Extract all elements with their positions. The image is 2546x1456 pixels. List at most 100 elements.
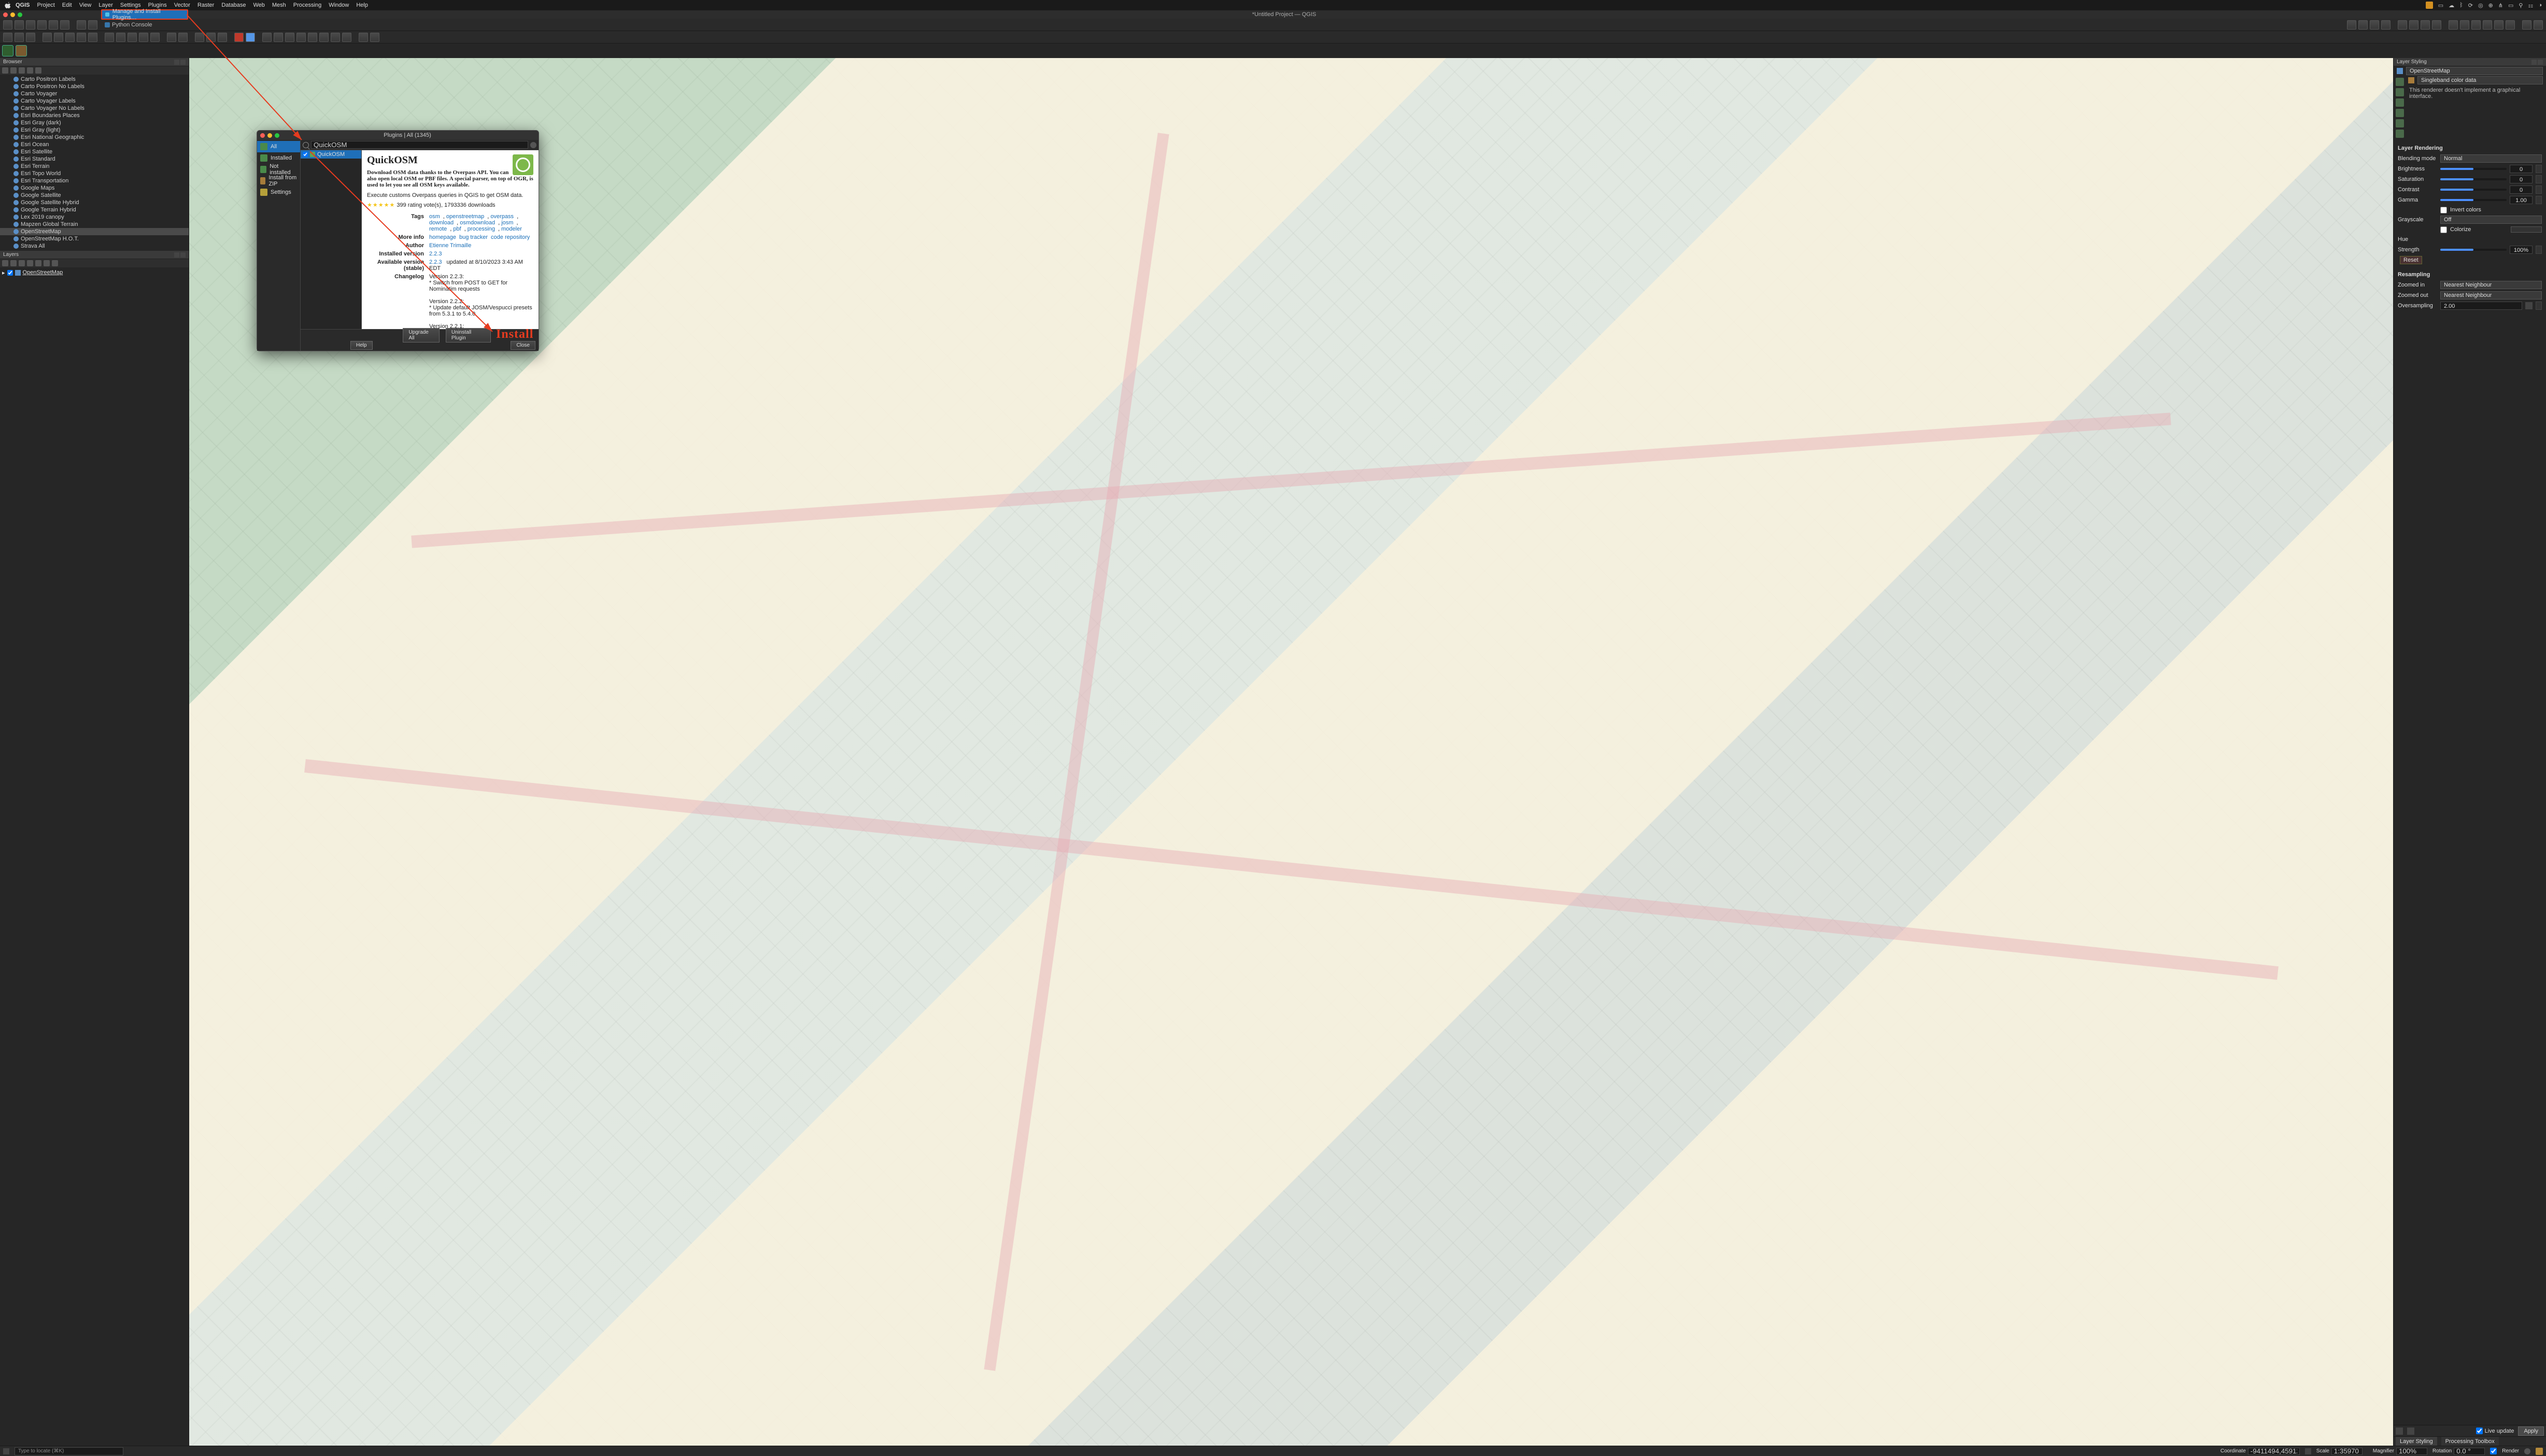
plugin-btn-red[interactable] <box>234 33 244 42</box>
oversampling-value[interactable]: 2.00 <box>2440 302 2522 310</box>
rotation-input[interactable] <box>2454 1448 2485 1455</box>
panel-undock-icon[interactable] <box>174 60 179 65</box>
status-orange-icon[interactable] <box>2426 2 2433 9</box>
saturation-value[interactable]: 0 <box>2510 175 2533 183</box>
gamma-slider[interactable] <box>2440 199 2507 201</box>
browser-item[interactable]: Esri Topo World <box>0 170 189 177</box>
zoom-in-button[interactable] <box>2449 20 2458 30</box>
battery-icon[interactable]: ▭ <box>2508 2 2513 9</box>
scale-input[interactable] <box>2331 1448 2363 1455</box>
zoom-in-combo[interactable]: Nearest Neighbour <box>2440 281 2542 289</box>
undo-button[interactable] <box>167 33 176 42</box>
layers-expand-button[interactable] <box>19 260 25 266</box>
reset-button[interactable]: Reset <box>2400 256 2422 264</box>
browser-item[interactable]: Esri Gray (dark) <box>0 119 189 126</box>
browser-item[interactable]: Esri Terrain <box>0 163 189 170</box>
plugin-search-input[interactable] <box>311 141 528 149</box>
help-button[interactable]: Help <box>350 341 373 350</box>
cut-features-button[interactable] <box>128 33 137 42</box>
save-project-button[interactable] <box>26 20 35 30</box>
cloud-icon[interactable]: ☁︎ <box>2449 2 2454 9</box>
paste-features-button[interactable] <box>150 33 160 42</box>
locator-input[interactable]: Type to locate (⌘K) <box>15 1447 123 1455</box>
plugin-moreinfo-link[interactable]: bug tracker <box>459 234 488 240</box>
contrast-spinner[interactable] <box>2536 185 2542 194</box>
add-point-button[interactable] <box>65 33 75 42</box>
plugin-extra-4[interactable] <box>296 33 306 42</box>
browser-item[interactable]: Carto Voyager No Labels <box>0 105 189 112</box>
browser-add-button[interactable] <box>2 67 8 74</box>
processing-toolbox-button[interactable] <box>2471 20 2481 30</box>
map-tips-button[interactable] <box>2534 20 2543 30</box>
wifi-icon[interactable]: ⊕ <box>2488 2 2493 9</box>
browser-item[interactable]: Carto Positron Labels <box>0 76 189 83</box>
browser-item[interactable]: Mapzen Global Terrain <box>0 221 189 228</box>
blending-combo[interactable]: Normal <box>2440 154 2542 163</box>
contrast-value[interactable]: 0 <box>2510 185 2533 194</box>
plugin-extra-6[interactable] <box>319 33 329 42</box>
redo-button[interactable] <box>178 33 188 42</box>
menu-item-manage-plugins[interactable]: Manage and Install Plugins… <box>102 10 187 19</box>
browser-item[interactable]: Esri Ocean <box>0 141 189 148</box>
plugin-extra-7[interactable] <box>331 33 340 42</box>
plugin-tag-link[interactable]: osm <box>429 213 440 220</box>
toggle-editing-button[interactable] <box>43 33 52 42</box>
control-center-icon[interactable]: ⚏ <box>2528 2 2533 9</box>
plugin-tag-link[interactable]: download <box>429 220 454 226</box>
print-layout-button[interactable] <box>49 20 58 30</box>
close-button[interactable]: Close <box>511 341 535 350</box>
coord-toggle-icon[interactable] <box>2305 1448 2311 1454</box>
layers-visibility-button[interactable] <box>35 260 41 266</box>
style-manager-button[interactable] <box>60 20 69 30</box>
renderer-combo[interactable]: Singleband color data <box>2417 76 2543 84</box>
sidebar-item-all[interactable]: All <box>257 141 300 152</box>
grayscale-combo[interactable]: Off <box>2440 216 2542 224</box>
plugin-tag-link[interactable]: modeler <box>501 226 522 232</box>
layer-name[interactable]: OpenStreetMap <box>23 269 63 276</box>
saturation-slider[interactable] <box>2440 178 2507 180</box>
installed-version-link[interactable]: 2.2.3 <box>429 251 442 257</box>
browser-refresh-button[interactable] <box>10 67 17 74</box>
layers-list[interactable]: ▸ OpenStreetMap <box>0 267 189 1446</box>
display-icon[interactable]: ▭ <box>2438 2 2443 9</box>
plugin-tag-link[interactable]: openstreetmap <box>446 213 484 220</box>
plugin-enabled-checkbox[interactable] <box>303 152 308 157</box>
magnifier-input[interactable] <box>2396 1448 2427 1455</box>
oversampling-reset-icon[interactable] <box>2525 302 2533 309</box>
oversampling-spinner[interactable] <box>2536 302 2542 310</box>
layers-filter-button[interactable] <box>10 260 17 266</box>
plugin-moreinfo-link[interactable]: code repository <box>491 234 530 240</box>
panel-close-icon[interactable] <box>180 60 186 65</box>
layer-row[interactable]: ▸ OpenStreetMap <box>2 268 187 277</box>
brightness-slider[interactable] <box>2440 168 2507 170</box>
browser-item[interactable]: Lex 2019 canopy <box>0 213 189 221</box>
select-button[interactable] <box>2398 20 2407 30</box>
plugin-extra-5[interactable] <box>308 33 317 42</box>
browser-item[interactable]: Google Terrain Hybrid <box>0 206 189 213</box>
tab-layer-styling[interactable]: Layer Styling <box>2396 1437 2437 1446</box>
render-checkbox[interactable] <box>2490 1448 2497 1454</box>
crs-button[interactable] <box>2524 1448 2530 1454</box>
browser-filter-button[interactable] <box>19 67 25 74</box>
styling-tab-icons[interactable] <box>2394 76 2405 140</box>
plugin-tag-link[interactable]: processing <box>468 226 495 232</box>
layer-expand-icon[interactable]: ▸ <box>2 269 5 276</box>
menubar-menus[interactable]: QGIS ProjectEditView LayerSettingsPlugin… <box>16 2 368 8</box>
layers-style-button[interactable] <box>2 260 8 266</box>
brightness-value[interactable]: 0 <box>2510 165 2533 173</box>
python-console-toggle[interactable]: Python Console <box>105 22 152 28</box>
browser-item[interactable]: Esri National Geographic <box>0 134 189 141</box>
history-fwd-icon[interactable] <box>2407 1428 2414 1435</box>
styling-undock-icon[interactable] <box>2531 60 2537 65</box>
plugin-tag-link[interactable]: overpass <box>490 213 514 220</box>
browser-item[interactable]: Carto Positron No Labels <box>0 83 189 90</box>
refresh-button[interactable] <box>2381 20 2391 30</box>
saturation-spinner[interactable] <box>2536 175 2542 183</box>
delete-selected-button[interactable] <box>116 33 125 42</box>
transparency-tab-icon[interactable] <box>2396 88 2404 96</box>
strength-spinner[interactable] <box>2536 246 2542 254</box>
contrast-slider[interactable] <box>2440 189 2507 191</box>
sidebar-item-not-installed[interactable]: Not installed <box>257 164 300 175</box>
layers-undock-icon[interactable] <box>174 252 179 258</box>
browser-item[interactable]: OpenStreetMap H.O.T. <box>0 235 189 242</box>
